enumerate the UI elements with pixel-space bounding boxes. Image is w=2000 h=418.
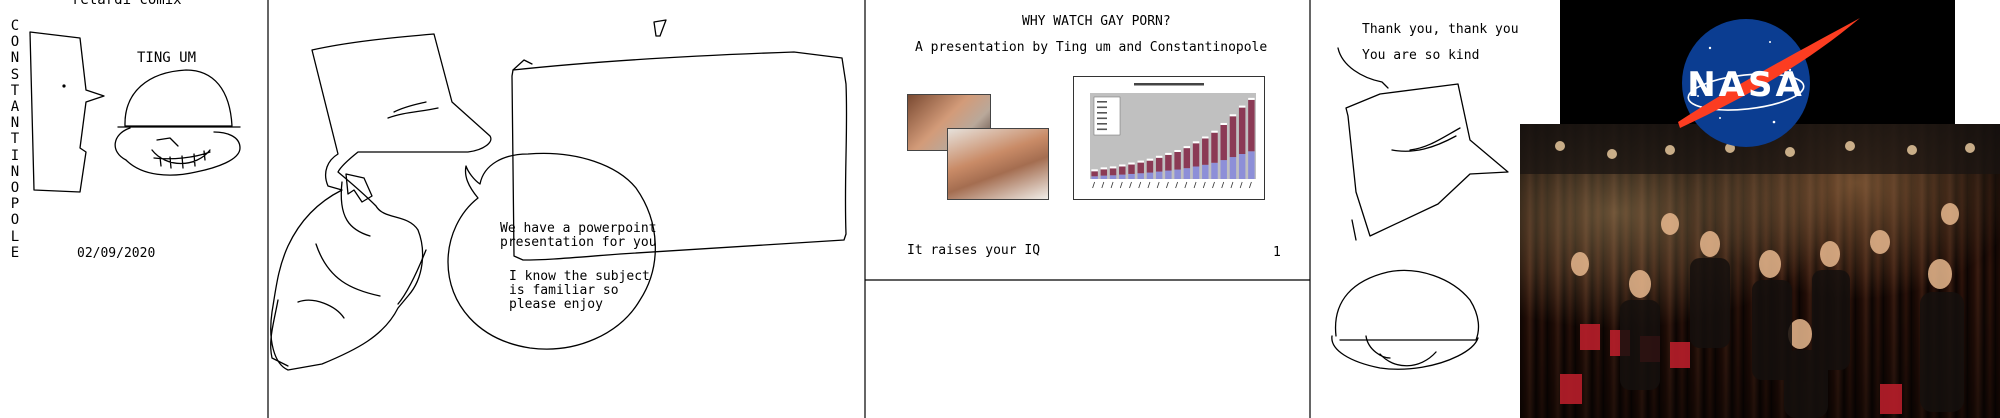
comic-panel-5-photo: NASA — [1520, 0, 2000, 418]
comic-panel-3-slide: WHY WATCH GAY PORN? A presentation by Ti… — [865, 0, 1311, 418]
nasa-logo: NASA — [1678, 18, 1860, 147]
character-drawings-panel-1 — [29, 0, 269, 418]
nasa-logo-text: NASA — [1687, 65, 1805, 105]
audience-photo — [1520, 124, 2000, 418]
audience-seats — [1520, 124, 2000, 418]
comic-panel-2: We have a powerpoint presentation for yo… — [268, 0, 866, 418]
comic-panel-1: retardi comix CONSTANTINOPOLE TING UM 02… — [0, 0, 269, 418]
